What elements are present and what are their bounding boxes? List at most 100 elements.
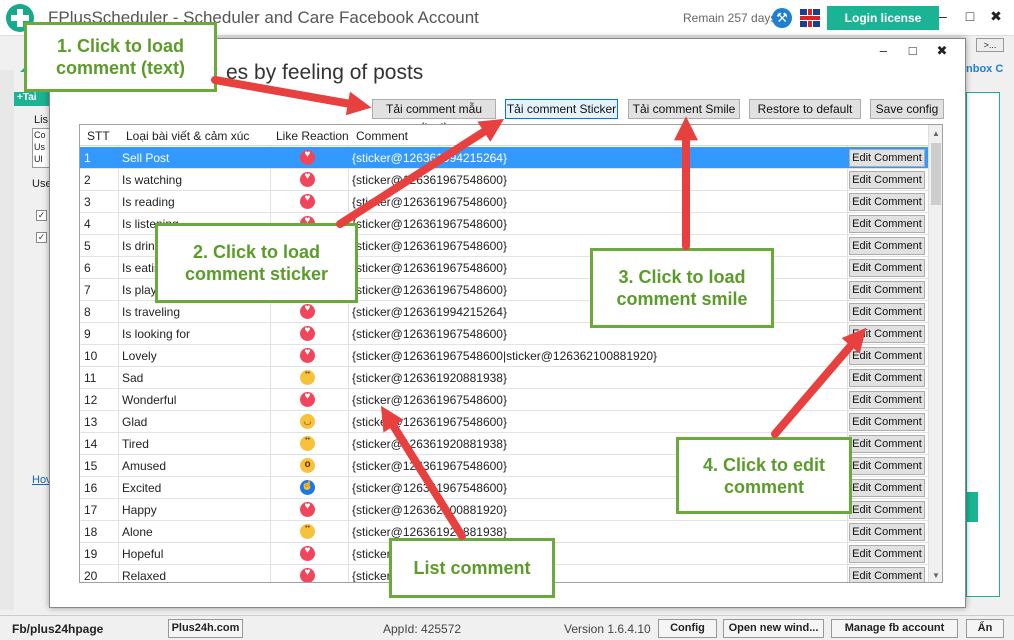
comment-table: STT Loại bài viết & cảm xúc Like Reactio… xyxy=(79,124,943,583)
heart-reaction-icon[interactable] xyxy=(300,392,315,407)
callout-list-comment: List comment xyxy=(389,538,555,598)
row-stt: 11 xyxy=(84,371,97,385)
edit-comment-button[interactable]: Edit Comment xyxy=(849,259,925,277)
row-stt: 18 xyxy=(84,525,98,539)
edit-comment-button[interactable]: Edit Comment xyxy=(849,237,925,255)
edit-comment-button[interactable]: Edit Comment xyxy=(849,171,925,189)
uk-flag-icon[interactable] xyxy=(800,9,820,27)
maximize-button[interactable]: □ xyxy=(960,8,980,26)
sad-reaction-icon[interactable] xyxy=(300,524,315,539)
column-header-stt[interactable]: STT xyxy=(87,129,110,143)
heart-reaction-icon[interactable] xyxy=(300,326,315,341)
row-stt: 2 xyxy=(84,173,91,187)
heart-reaction-icon[interactable] xyxy=(300,568,315,582)
row-post-type: Alone xyxy=(122,525,153,539)
table-row[interactable]: 12 Wonderful {sticker@126361967548600} Edit… xyxy=(80,389,928,411)
sad-reaction-icon[interactable] xyxy=(300,436,315,451)
edit-comment-button[interactable]: Edit Comment xyxy=(849,149,925,167)
background-more-button[interactable]: >... xyxy=(976,38,1004,52)
minimize-button[interactable]: – xyxy=(933,8,953,26)
load-text-comment-button[interactable]: Tải comment mẫu (text) xyxy=(372,99,496,134)
edit-comment-button[interactable]: Edit Comment xyxy=(849,435,925,453)
edit-comment-button[interactable]: Edit Comment xyxy=(849,281,925,299)
table-scrollbar[interactable]: ▲ ▼ xyxy=(928,125,942,582)
dialog-close-button[interactable]: ✖ xyxy=(929,43,955,59)
scroll-thumb[interactable] xyxy=(931,143,941,205)
edit-comment-button[interactable]: Edit Comment xyxy=(849,501,925,519)
edit-comment-button[interactable]: Edit Comment xyxy=(849,413,925,431)
edit-comment-button[interactable]: Edit Comment xyxy=(849,369,925,387)
row-stt: 5 xyxy=(84,239,91,253)
edit-comment-button[interactable]: Edit Comment xyxy=(849,347,925,365)
scroll-down-icon[interactable]: ▼ xyxy=(932,571,940,580)
like-reaction-icon[interactable] xyxy=(300,480,315,495)
row-post-type: Amused xyxy=(122,459,167,473)
table-row[interactable]: 9 Is looking for {sticker@126361967548600}… xyxy=(80,323,928,345)
config-button[interactable]: Config xyxy=(658,619,717,638)
table-row[interactable]: 1 Sell Post {sticker@126361994215264} Edit … xyxy=(80,147,928,169)
hide-button[interactable]: Ẩn xyxy=(966,619,1004,638)
dialog-title: es by feeling of posts xyxy=(226,61,424,84)
close-button[interactable]: ✖ xyxy=(986,8,1006,26)
row-post-type: Is traveling xyxy=(122,305,181,319)
table-row[interactable]: 8Is traveling{sticker@126361994215264}Ed… xyxy=(80,301,928,323)
edit-comment-button[interactable]: Edit Comment xyxy=(849,193,925,211)
background-green-button[interactable] xyxy=(966,492,978,522)
dialog-maximize-button[interactable]: □ xyxy=(900,43,926,58)
heart-reaction-icon[interactable] xyxy=(300,502,315,517)
dialog-minimize-button[interactable]: – xyxy=(870,43,896,58)
key-icon[interactable]: ⚒ xyxy=(772,8,792,28)
login-license-button[interactable]: Login license xyxy=(827,6,939,30)
scroll-up-icon[interactable]: ▲ xyxy=(932,129,940,138)
column-header-type[interactable]: Loại bài viết & cảm xúc xyxy=(126,129,249,143)
edit-comment-button[interactable]: Edit Comment xyxy=(849,303,925,321)
table-row[interactable]: 10 Lovely {sticker@126361967548600|sticker… xyxy=(80,345,928,367)
column-header-reaction[interactable]: Like Reaction xyxy=(276,129,349,143)
open-new-window-button[interactable]: Open new wind... xyxy=(723,619,824,638)
comment-config-dialog: – □ ✖ es by feeling of posts Tải comment… xyxy=(49,38,966,608)
row-post-type: Sad xyxy=(122,371,144,385)
row-post-type: Tired xyxy=(122,437,149,451)
haha-reaction-icon[interactable] xyxy=(300,414,315,429)
save-config-button[interactable]: Save config xyxy=(870,99,944,119)
load-sticker-comment-button[interactable]: Tải comment Sticker xyxy=(505,99,618,119)
heart-reaction-icon[interactable] xyxy=(300,546,315,561)
row-stt: 6 xyxy=(84,261,91,275)
edit-comment-button[interactable]: Edit Comment xyxy=(849,567,925,582)
edit-comment-button[interactable]: Edit Comment xyxy=(849,545,925,563)
background-checkbox[interactable]: ✓ xyxy=(36,210,47,221)
table-row[interactable]: 11 Sad {sticker@126361920881938} Edit Comme… xyxy=(80,367,928,389)
heart-reaction-icon[interactable] xyxy=(300,194,315,209)
edit-comment-button[interactable]: Edit Comment xyxy=(849,523,925,541)
row-stt: 9 xyxy=(84,327,91,341)
edit-comment-button[interactable]: Edit Comment xyxy=(849,325,925,343)
edit-comment-button[interactable]: Edit Comment xyxy=(849,215,925,233)
background-checkbox[interactable]: ✓ xyxy=(36,232,47,243)
edit-comment-button[interactable]: Edit Comment xyxy=(849,479,925,497)
heart-reaction-icon[interactable] xyxy=(300,172,315,187)
background-inbox-label: nbox C xyxy=(966,63,1004,75)
app-id: AppId: 425572 xyxy=(383,622,462,636)
heart-reaction-icon[interactable] xyxy=(300,348,315,363)
table-row[interactable]: 2 Is watching {sticker@126361967548600} Edi… xyxy=(80,169,928,191)
column-header-comment[interactable]: Comment xyxy=(356,129,408,143)
manage-fb-account-button[interactable]: Manage fb account xyxy=(831,619,958,638)
table-row[interactable]: 3 Is reading {sticker@126361967548600} Edit… xyxy=(80,191,928,213)
row-comment: {sticker@126361967548600} xyxy=(352,327,507,341)
edit-comment-button[interactable]: Edit Comment xyxy=(849,457,925,475)
sad-reaction-icon[interactable] xyxy=(300,370,315,385)
heart-reaction-icon[interactable] xyxy=(300,304,315,319)
load-smile-comment-button[interactable]: Tải comment Smile xyxy=(628,99,740,119)
edit-comment-button[interactable]: Edit Comment xyxy=(849,391,925,409)
row-comment: {sticker@126361920881938} xyxy=(352,371,507,385)
table-row[interactable]: 13 Glad {sticker@126361967548600} Edit Comm… xyxy=(80,411,928,433)
restore-default-button[interactable]: Restore to default xyxy=(749,99,861,119)
row-comment: {sticker@126361920881938} xyxy=(352,525,507,539)
background-tab[interactable]: +Tai xyxy=(14,92,54,106)
heart-reaction-icon[interactable] xyxy=(300,150,315,165)
row-post-type: Is watching xyxy=(122,173,183,187)
plus24h-button[interactable]: Plus24h.com xyxy=(168,619,243,638)
row-stt: 3 xyxy=(84,195,91,209)
wow-reaction-icon[interactable] xyxy=(300,458,315,473)
row-stt: 4 xyxy=(84,217,91,231)
